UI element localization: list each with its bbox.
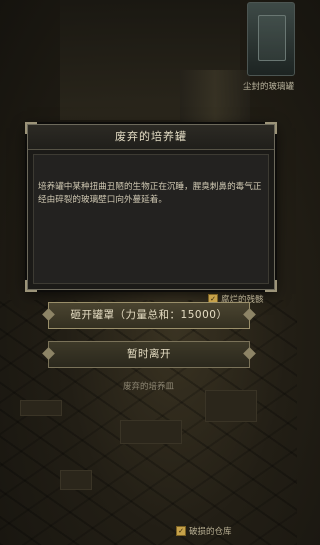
location-label: 尘封的玻璃罐	[243, 82, 295, 92]
corner-ornament-icon	[25, 122, 37, 134]
corner-ornament-icon	[265, 122, 277, 134]
smash-jar-button[interactable]: 砸开罐罩（力量总和：15000）	[48, 302, 250, 329]
debris	[60, 470, 92, 490]
checkmark-icon: ✓	[176, 526, 186, 536]
dialog-description: 培养罐中某种扭曲丑陋的生物正在沉睡，腥臭刺鼻的毒气正经由碎裂的玻璃壁口向外蔓延着…	[38, 182, 262, 205]
location-label: 废弃的培养皿	[122, 382, 174, 392]
dialog-title: 废弃的培养罐	[28, 125, 274, 150]
debris	[120, 420, 182, 444]
location-warehouse[interactable]: ✓ 破损的仓库	[176, 525, 232, 537]
dialog-body	[33, 154, 269, 284]
debris	[20, 400, 62, 416]
leave-button[interactable]: 暂时离开	[48, 341, 250, 368]
location-label: 破损的仓库	[189, 527, 232, 537]
glass-jar-icon	[247, 2, 295, 76]
debris	[205, 390, 257, 422]
event-dialog: 废弃的培养罐 培养罐中某种扭曲丑陋的生物正在沉睡，腥臭刺鼻的毒气正经由碎裂的玻璃…	[25, 122, 277, 292]
location-glass-jar[interactable]: 尘封的玻璃罐	[243, 0, 297, 100]
